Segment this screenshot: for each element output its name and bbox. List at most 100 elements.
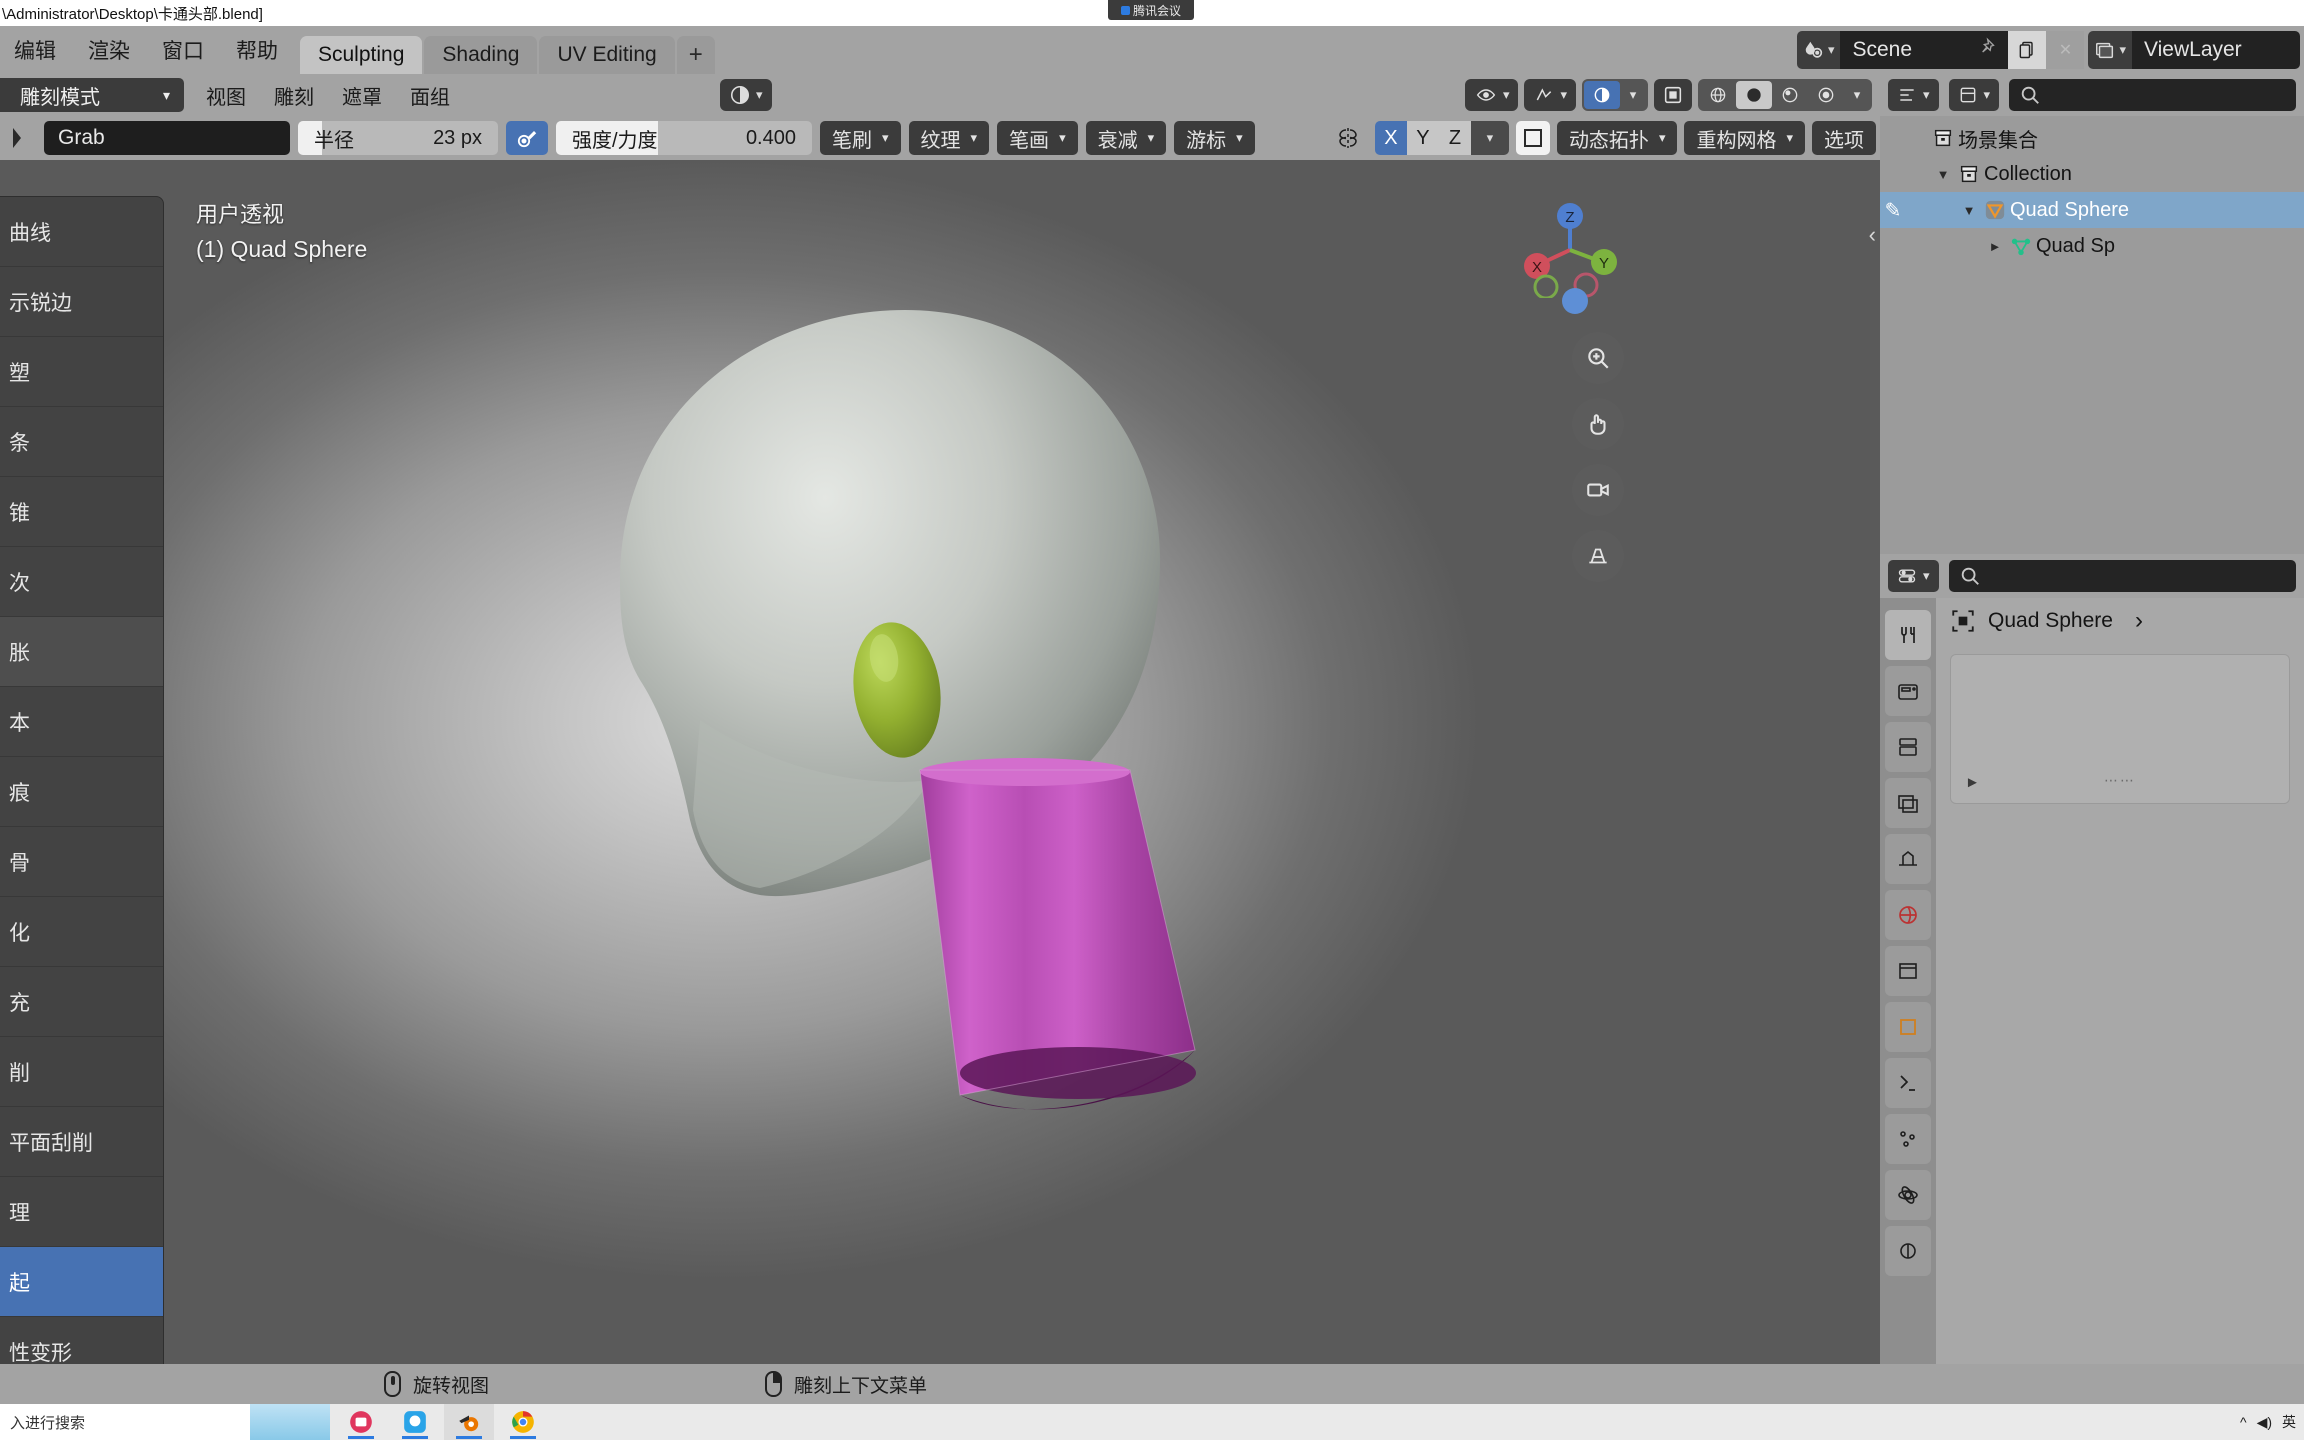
outliner-search-input[interactable] <box>2009 79 2296 111</box>
left-tool-item[interactable]: 锥 <box>0 477 163 547</box>
pan-icon[interactable] <box>1572 398 1624 450</box>
scene-icon[interactable] <box>1885 834 1931 884</box>
xray-toggle[interactable] <box>1584 81 1620 109</box>
snapping-toggle[interactable]: ▾ <box>1524 79 1576 111</box>
menu-view[interactable]: 视图 <box>206 81 246 110</box>
menu-mask[interactable]: 遮罩 <box>342 81 382 110</box>
symmetry-dropdown[interactable]: ▾ <box>1470 121 1509 155</box>
dropdown-stroke[interactable]: 笔画 ▾ <box>997 121 1078 155</box>
remesh-dropdown[interactable]: 重构网格 ▾ <box>1684 121 1805 155</box>
left-tool-item[interactable]: 胀 <box>0 617 163 687</box>
viewlayer-icon[interactable] <box>1885 778 1931 828</box>
photos-icon[interactable] <box>336 1404 386 1440</box>
navigation-gizmo[interactable]: Z X Y <box>1522 202 1618 300</box>
brush-radius-slider[interactable]: 半径 23 px <box>298 121 498 155</box>
camera-icon[interactable] <box>1572 464 1624 516</box>
solid-shading-button[interactable] <box>1736 81 1772 109</box>
left-tool-item[interactable]: 曲线 <box>0 197 163 267</box>
object-icon[interactable] <box>1885 1002 1931 1052</box>
3d-viewport[interactable]: 用户透视 (1) Quad Sphere Z X Y ‹ <box>0 160 1880 1364</box>
expand-arrow-icon[interactable]: ► <box>1984 239 2006 254</box>
options-dropdown[interactable]: 选项 <box>1812 121 1876 155</box>
outliner-editor-type-button[interactable]: ▾ <box>1888 79 1939 111</box>
left-tool-item[interactable]: 条 <box>0 407 163 477</box>
overlays-toggle[interactable] <box>1654 79 1692 111</box>
meeting-indicator[interactable]: 腾讯会议 <box>1108 0 1194 20</box>
viewlayer-selector[interactable]: ▾ ViewLayer <box>2088 31 2300 69</box>
viewlayer-browse-icon[interactable]: ▾ <box>2088 31 2132 69</box>
menu-render[interactable]: 渲染 <box>88 35 130 65</box>
brush-preview-icon[interactable] <box>6 125 36 151</box>
left-tool-item[interactable]: 削 <box>0 1037 163 1107</box>
left-tool-item[interactable]: 次 <box>0 547 163 617</box>
ortho-persp-icon[interactable] <box>1572 530 1624 582</box>
physics-icon[interactable] <box>1885 1170 1931 1220</box>
blender-icon[interactable] <box>444 1404 494 1440</box>
left-tool-item[interactable]: 化 <box>0 897 163 967</box>
dyntopo-checkbox[interactable] <box>1515 121 1550 155</box>
expand-arrow-icon[interactable]: ▼ <box>1932 167 1954 182</box>
expand-arrow-icon[interactable]: ▼ <box>1958 203 1980 218</box>
visibility-toggle[interactable]: ▾ <box>1464 79 1519 111</box>
left-tool-item[interactable]: 充 <box>0 967 163 1037</box>
menu-sculpt[interactable]: 雕刻 <box>274 81 314 110</box>
delete-scene-button[interactable]: ✕ <box>2046 31 2085 69</box>
left-tool-item[interactable]: 塑 <box>0 337 163 407</box>
tab-uv-editing[interactable]: UV Editing <box>539 36 675 74</box>
left-tool-item[interactable]: 示锐边 <box>0 267 163 337</box>
zoom-icon[interactable] <box>1572 332 1624 384</box>
panel-grip-icon[interactable]: ⋯⋯ <box>1951 772 2289 789</box>
constraint-icon[interactable] <box>1885 1226 1931 1276</box>
left-tool-item[interactable]: 痕 <box>0 757 163 827</box>
material-shading-button[interactable] <box>1772 81 1808 109</box>
dropdown-brush[interactable]: 笔刷 ▾ <box>820 121 901 155</box>
dyntopo-dropdown[interactable]: 动态拓扑 ▾ <box>1556 121 1678 155</box>
collection-icon[interactable] <box>1885 946 1931 996</box>
particles-icon[interactable] <box>1885 1114 1931 1164</box>
outliner-row[interactable]: ► Quad Sp <box>1880 228 2304 264</box>
taskbar-search-input[interactable]: 入进行搜索 <box>0 1404 250 1440</box>
left-tool-item[interactable]: 本 <box>0 687 163 757</box>
tool-icon[interactable] <box>1885 610 1931 660</box>
taskbar-news-thumbnail[interactable] <box>250 1404 330 1440</box>
output-icon[interactable] <box>1885 722 1931 772</box>
shading-dropdown[interactable]: ▾ <box>1844 81 1870 109</box>
outliner-display-mode-button[interactable]: ▾ <box>1948 79 2000 111</box>
shading-mode-pill[interactable]: ▾ <box>720 79 772 111</box>
symmetry-x-button[interactable]: X <box>1374 121 1407 155</box>
uwp-icon[interactable] <box>390 1404 440 1440</box>
chrome-icon[interactable] <box>498 1404 548 1440</box>
world-icon[interactable] <box>1885 890 1931 940</box>
properties-search-input[interactable] <box>1948 560 2296 592</box>
brush-strength-slider[interactable]: 强度/力度 0.400 <box>556 121 812 155</box>
tray-chevron-icon[interactable]: ^ <box>2240 1414 2247 1430</box>
left-tool-item[interactable]: 平面刮削 <box>0 1107 163 1177</box>
xray-dropdown[interactable]: ▾ <box>1620 81 1646 109</box>
scene-selector[interactable]: ▾ Scene ✕ <box>1796 31 2085 69</box>
new-scene-button[interactable] <box>2008 31 2047 69</box>
radius-pressure-toggle[interactable] <box>506 121 548 155</box>
gizmo-extra-dot[interactable] <box>1562 288 1588 314</box>
brush-name-field[interactable]: Grab <box>44 121 290 155</box>
outliner-row[interactable]: 场景集合 <box>1880 120 2304 156</box>
wireframe-shading-button[interactable] <box>1700 81 1736 109</box>
scene-name-field[interactable]: Scene <box>1840 31 2009 69</box>
add-workspace-button[interactable]: + <box>676 36 715 74</box>
tab-sculpting[interactable]: Sculpting <box>300 36 423 74</box>
tray-volume-icon[interactable]: ◀) <box>2257 1414 2272 1431</box>
symmetry-z-button[interactable]: Z <box>1438 121 1471 155</box>
menu-edit[interactable]: 编辑 <box>14 35 56 65</box>
tab-shading[interactable]: Shading <box>424 36 538 74</box>
outliner-row[interactable]: ✎ ▼ Quad Sphere <box>1880 192 2304 228</box>
left-tool-item[interactable]: 理 <box>0 1177 163 1247</box>
menu-help[interactable]: 帮助 <box>236 35 278 65</box>
viewlayer-name-field[interactable]: ViewLayer <box>2132 31 2300 69</box>
modifier-icon[interactable] <box>1885 1058 1931 1108</box>
outliner-row[interactable]: ▼ Collection <box>1880 156 2304 192</box>
render-icon[interactable] <box>1885 666 1931 716</box>
menu-facesets[interactable]: 面组 <box>410 81 450 110</box>
dropdown-texture[interactable]: 纹理 ▾ <box>908 121 990 155</box>
properties-panel-block[interactable]: ► ⋯⋯ <box>1950 654 2290 804</box>
menu-window[interactable]: 窗口 <box>162 35 204 65</box>
properties-editor-type-button[interactable]: ▾ <box>1888 560 1939 592</box>
